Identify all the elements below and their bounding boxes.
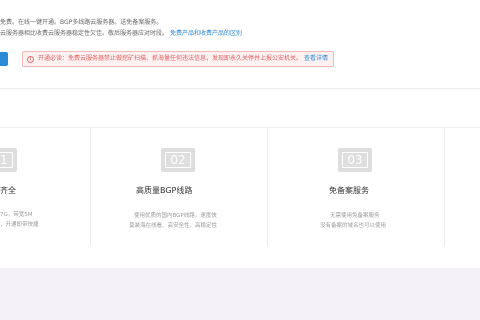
intro-line-1: 免费。在线一键开通。BGP多线路云服务器。送免备案服务。 [0,19,163,26]
feature-card-3: 03 免备案服务 无需使用免备案服务 没有备案的域名也可以使用 [267,128,444,246]
warning-icon: ! [27,55,34,63]
intro-line-2: 云服务器相比收费云服务器稳定性欠佳。敬后服务器应对时段。 免费产品和收费产品的区… [0,28,242,37]
feature-desc-line-1: 7G，带宽5M [0,212,33,218]
footer-band [0,268,480,320]
feature-title: 高质量BGP线路 [136,186,193,195]
notice-details-link[interactable]: 查看详情 [304,52,328,66]
notice-banner: ! 开通必读：免费云服务器禁止做挖矿扫描、抓海量任何违法信息，发现即永久关停并上… [22,51,334,67]
feature-desc-line-2: 没有备案的域名也可以使用 [320,223,387,229]
feature-title: 齐全 [0,186,16,195]
feature-desc-line-1: 使用优质的国内BGP线路，速度快 [134,213,217,219]
features-section: 01 齐全 7G，带宽5M ，开通即带快捷 02 高质量BGP线路 使用优质的国… [0,128,480,246]
column-separator [444,128,445,246]
feature-card-1: 01 齐全 7G，带宽5M ，开通即带快捷 [0,128,90,246]
feature-desc-line-2: 莫装海在线看、高安全性、高稳定性 [129,223,218,229]
feature-desc-line-2: ，开通即带快捷 [0,222,39,228]
section-band [0,89,480,127]
number-badge-02: 02 [161,148,195,172]
open-server-button[interactable] [0,52,8,66]
compare-products-link[interactable]: 免费产品和收费产品的区别 [170,30,242,37]
feature-card-2: 02 高质量BGP线路 使用优质的国内BGP线路，速度快 莫装海在线看、高安全性… [90,128,267,246]
feature-title: 免备案服务 [329,186,369,195]
feature-desc-line-1: 无需使用免备案服务 [330,213,380,219]
number-badge-03: 03 [338,148,372,172]
notice-text: 开通必读：免费云服务器禁止做挖矿扫描、抓海量任何违法信息，发现即永久关停并上报公… [38,55,303,62]
intro-line-2-text: 云服务器相比收费云服务器稳定性欠佳。敬后服务器应对时段。 [0,30,169,37]
number-badge-01: 01 [0,148,17,172]
